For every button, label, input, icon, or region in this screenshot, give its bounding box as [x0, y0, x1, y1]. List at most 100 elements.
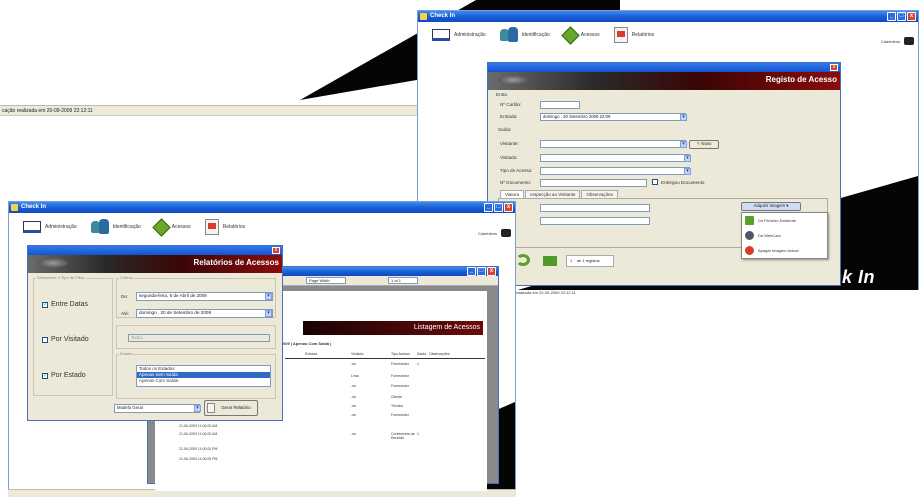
nav-label: Relatórios	[222, 224, 246, 230]
page-navigator[interactable]: 1 of 1	[388, 277, 418, 284]
date-to-dropdown-icon[interactable]: ▾	[265, 310, 272, 317]
nav-administracao[interactable]: Administração	[432, 29, 486, 41]
minimize-button[interactable]: _	[887, 12, 896, 21]
minimize-button[interactable]: _	[484, 203, 493, 212]
close-button[interactable]: x	[504, 203, 513, 212]
nav-acessos[interactable]: Acessos	[561, 25, 600, 45]
menu-label: Da WebCam	[758, 233, 781, 238]
column-saida: Saída	[417, 352, 427, 356]
title-bar: Check In _ □ x	[9, 202, 515, 213]
entregou-documento-checkbox[interactable]: Entregou Documento	[652, 179, 704, 185]
model-select[interactable]: Modelo Geral	[114, 404, 200, 413]
tipo-acesso-select[interactable]	[540, 167, 690, 175]
close-button[interactable]: x	[272, 247, 280, 254]
estado-listbox[interactable]: Todos os Estados Apenas Sem Saída Apenas…	[136, 365, 271, 387]
menu-item-webcam[interactable]: Da WebCam	[742, 228, 827, 243]
gerar-label: Gerar Relatório	[221, 405, 251, 410]
section-entrada-label: Entra	[496, 92, 507, 97]
entrada-dropdown-icon[interactable]: ▾	[680, 114, 687, 121]
matricula-field[interactable]	[540, 204, 650, 212]
criteria-label: Critério	[119, 275, 134, 280]
visitado-select[interactable]	[540, 154, 690, 162]
user-icon[interactable]	[904, 37, 914, 45]
tab-inspeccao[interactable]: Inspecção ao Visitante	[525, 190, 581, 198]
cartao-label: Nº Cartão:	[500, 102, 522, 107]
checkbox-label: Entregou Documento	[661, 179, 705, 185]
maximize-button[interactable]: □	[897, 12, 906, 21]
undo-icon[interactable]	[516, 254, 530, 266]
filter-por-visitado[interactable]: Por Visitado	[42, 336, 89, 343]
row-entrada: 21-06-2009 11:00:00 PM	[179, 447, 218, 451]
menu-label: Do Ficheiro Existente	[758, 218, 797, 223]
checkbox-label: Por Visitado	[51, 336, 89, 343]
save-icon[interactable]	[543, 256, 557, 266]
visitante-dropdown-icon[interactable]: ▾	[680, 141, 687, 148]
documento-field[interactable]	[540, 179, 647, 187]
record-counter: 1	[570, 258, 573, 263]
record-total: de 1 registos	[576, 258, 600, 263]
row-visitado: -se	[351, 384, 356, 388]
nav-identificacao[interactable]: Identificação	[90, 219, 141, 235]
novo-button[interactable]: ✎ Novo	[689, 140, 719, 149]
close-button[interactable]: x	[487, 267, 496, 276]
column-tipo: Tipo Acesso	[391, 352, 410, 356]
checkbox-box: ✓	[42, 301, 48, 308]
nav-relatorios[interactable]: Relatórios	[204, 219, 246, 235]
date-to-field[interactable]: domingo , 20 de Setembro de 2009	[136, 309, 273, 318]
cartao-field[interactable]	[540, 101, 580, 109]
nav-acessos[interactable]: Acessos	[152, 217, 191, 237]
close-button[interactable]: x	[830, 64, 838, 71]
model-dropdown-icon[interactable]: ▾	[194, 405, 201, 412]
date-to-label: Até:	[121, 311, 130, 316]
nav-label: Administração	[454, 32, 486, 38]
adquirir-imagem-button[interactable]: Adquirir Imagem ▾	[741, 202, 801, 211]
filter-por-estado[interactable]: ✓ Por Estado	[42, 372, 86, 379]
menu-item-apagar[interactable]: Apagar Imagem Actual	[742, 243, 827, 258]
date-from-field[interactable]: segunda-feira, 6 de Abril de 2009	[136, 292, 273, 301]
entrada-datetime-field[interactable]: domingo , 20 Setembro 2009 22:09	[540, 113, 686, 121]
visitado-dropdown-icon[interactable]: ▾	[684, 155, 691, 162]
status-text: realizada em 20-09-2009 22:12:11	[515, 290, 576, 295]
viatura-field[interactable]	[540, 217, 650, 225]
main-nav: Administração Identificação Acessos Rela…	[418, 25, 918, 45]
minimize-button[interactable]: _	[467, 267, 476, 276]
nav-relatorios[interactable]: Relatórios	[613, 27, 654, 43]
tab-viatura[interactable]: Viatura	[500, 190, 525, 198]
date-from-dropdown-icon[interactable]: ▾	[265, 293, 272, 300]
record-navigator[interactable]: 1 de 1 registos	[566, 255, 614, 267]
nav-administracao[interactable]: Administração	[23, 221, 77, 233]
nav-label: Identificação	[112, 224, 141, 230]
close-button[interactable]: x	[907, 12, 916, 21]
menu-label: Apagar Imagem Actual	[758, 248, 799, 253]
saida-label: Saída:	[498, 127, 512, 132]
maximize-button[interactable]: □	[477, 267, 486, 276]
row-visitado: -se	[351, 404, 356, 408]
checkbox-box	[652, 179, 658, 185]
user-icon[interactable]	[501, 229, 511, 237]
row-tipo: Fornecedor	[391, 362, 409, 366]
tab-observacoes[interactable]: Observações	[581, 190, 618, 198]
logo-icon	[38, 258, 68, 268]
zoom-select[interactable]: Page Width	[306, 277, 346, 284]
row-visitado: -se	[351, 413, 356, 417]
row-visitado: -se	[351, 395, 356, 399]
list-item[interactable]: Apenas Com Saída	[137, 378, 270, 384]
nav-label: Administração	[45, 224, 77, 230]
visitante-select[interactable]	[540, 140, 686, 148]
tab-strip: Viatura Inspecção ao Visitante Observaçõ…	[500, 190, 618, 198]
row-tipo: Cliente	[391, 395, 402, 399]
entrada-label: Entrada:	[500, 114, 518, 119]
tipo-dropdown-icon[interactable]: ▾	[684, 168, 691, 175]
report-icon	[204, 219, 219, 235]
visitado-label: Visitado:	[500, 155, 518, 160]
gerar-relatorio-button[interactable]: Gerar Relatório	[204, 400, 258, 416]
window-title: Check In	[21, 204, 47, 210]
column-visitado: Visitado	[351, 352, 364, 356]
menu-item-ficheiro[interactable]: Do Ficheiro Existente	[742, 213, 827, 228]
filter-entre-datas[interactable]: ✓ Entre Datas	[42, 301, 88, 308]
maximize-button[interactable]: □	[494, 203, 503, 212]
row-tipo: Técnico	[391, 404, 404, 408]
nav-identificacao[interactable]: Identificação	[499, 27, 550, 43]
visitado-select[interactable]: Todos	[128, 334, 270, 342]
adquirir-label: Adquirir Imagem	[753, 203, 786, 208]
